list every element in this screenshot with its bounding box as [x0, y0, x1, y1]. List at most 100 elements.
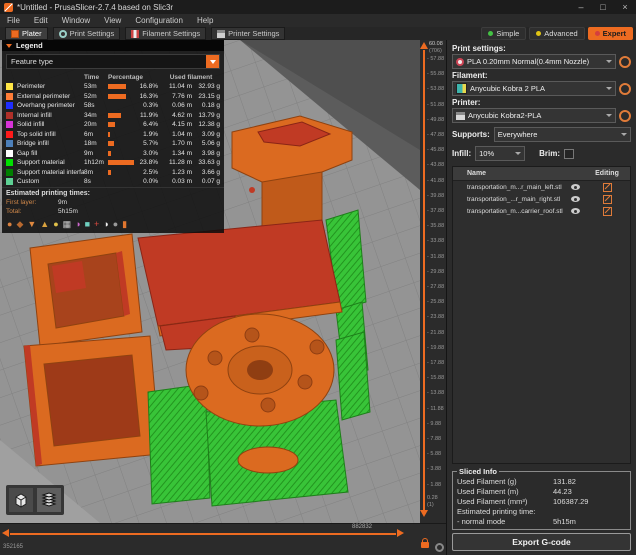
layers-view-button[interactable] — [37, 488, 61, 512]
print-settings-combo[interactable]: PLA 0.20mm Normal(0.4mm Nozzle) — [452, 54, 616, 69]
layer-tick-label: - 49.88 — [427, 117, 444, 123]
supports-combo[interactable]: Everywhere — [494, 127, 631, 142]
layer-top-number: (706) — [429, 48, 442, 54]
editing-icon[interactable] — [603, 195, 612, 204]
collapse-arrow-icon — [6, 44, 12, 48]
menu-item-edit[interactable]: Edit — [27, 16, 55, 25]
filament-gear-button[interactable] — [619, 83, 631, 95]
printer-settings-icon — [217, 30, 225, 38]
seams-icon[interactable]: ● — [53, 219, 58, 229]
brim-checkbox[interactable] — [564, 149, 574, 159]
mode-expert-button[interactable]: Expert — [588, 27, 633, 40]
feature-color-swatch — [6, 169, 13, 176]
layer-slider[interactable]: 60.08 (706) - 57.88- 55.88- 53.88- 51.88… — [420, 40, 446, 523]
tab-filament-settings[interactable]: Filament Settings — [125, 27, 206, 40]
layers-cube-icon — [40, 491, 58, 509]
layer-tick-label: - 57.88 — [427, 56, 444, 62]
layer-slider-bottom-thumb[interactable] — [420, 510, 428, 517]
editing-icon[interactable] — [603, 207, 612, 216]
col-used-filament: Used filament — [162, 74, 220, 81]
tab-printer-settings[interactable]: Printer Settings — [211, 27, 285, 40]
wipe-icon[interactable]: ◆ — [16, 219, 23, 229]
layer-tick-label: - 13.88 — [427, 390, 444, 396]
printer-gear-button[interactable] — [619, 110, 631, 122]
layer-tick-label: - 45.88 — [427, 147, 444, 153]
mode-simple-button[interactable]: Simple — [481, 27, 526, 40]
print-profile-icon — [456, 58, 464, 66]
export-gcode-button[interactable]: Export G-code — [452, 533, 631, 551]
mode-advanced-button[interactable]: Advanced — [529, 27, 584, 40]
layer-tick-label: - 53.88 — [427, 86, 444, 92]
feature-color-swatch — [6, 140, 13, 147]
retractions-icon[interactable]: ▼ — [27, 219, 36, 229]
layer-slider-top-thumb[interactable] — [420, 42, 428, 49]
minimize-button[interactable]: – — [570, 0, 592, 14]
settings-gear-icon[interactable] — [435, 543, 444, 552]
custom-gcodes-icon[interactable]: + — [94, 219, 99, 229]
filament-settings-icon — [131, 30, 139, 38]
maximize-button[interactable]: □ — [592, 0, 614, 14]
pause-prints-icon[interactable]: ■ — [85, 219, 90, 229]
object-rows: transportation_m...r_main_left.stltransp… — [453, 181, 630, 217]
menu-item-file[interactable]: File — [0, 16, 27, 25]
printer-combo[interactable]: Anycubic Kobra2-PLA — [452, 108, 616, 123]
mode-dot-icon — [536, 31, 541, 36]
percentage-bar — [108, 122, 136, 127]
3d-view-button[interactable] — [9, 488, 33, 512]
legend-toggle-icon[interactable]: ▮ — [122, 219, 127, 229]
sliced-info-row: Used Filament (g)131.82 — [457, 476, 626, 486]
object-row[interactable]: transportation_m...carrier_roof.stl — [453, 205, 630, 217]
eye-icon[interactable] — [571, 196, 580, 202]
menu-item-configuration[interactable]: Configuration — [128, 16, 190, 25]
legend-title: Legend — [16, 41, 43, 50]
lock-icon[interactable] — [421, 542, 429, 548]
move-slider-left-thumb[interactable] — [2, 529, 9, 537]
legend-row: Solid infill20m6.4%4.15 m12.38 g — [2, 120, 224, 130]
legend-row: Top solid infill6m1.9%1.04 m3.09 g — [2, 130, 224, 140]
layer-slider-track[interactable] — [423, 50, 425, 512]
filament-label: Filament: — [452, 71, 631, 80]
feature-color-swatch — [6, 131, 13, 138]
chevron-down-icon — [621, 133, 627, 136]
travel-icon[interactable]: ● — [7, 219, 12, 229]
tool-changes-icon[interactable]: ▦ — [63, 219, 72, 229]
gcode-preview-viewport[interactable]: Legend Feature type Time Percentage Used… — [0, 40, 420, 523]
move-slider-bar: 882832 352165 — [0, 523, 446, 555]
tab-print-settings[interactable]: Print Settings — [53, 27, 121, 40]
brim-label: Brim: — [539, 149, 560, 158]
printer-label: Printer: — [452, 98, 631, 107]
layer-tick-label: - 55.88 — [427, 71, 444, 77]
first-layer-value: 9m — [58, 199, 67, 206]
menu-item-window[interactable]: Window — [55, 16, 97, 25]
move-slider-right-value: 882832 — [352, 524, 372, 530]
move-slider-track[interactable] — [10, 533, 396, 535]
layer-top-value: 60.08 — [429, 41, 443, 47]
close-button[interactable]: × — [614, 0, 636, 14]
view-type-dropdown-button[interactable] — [206, 55, 219, 68]
layer-bottom-tick: 0.28 — [427, 495, 438, 501]
color-changes-icon[interactable]: ◑ — [75, 219, 80, 229]
object-name: transportation_m...carrier_roof.stl — [453, 208, 566, 215]
view-type-select[interactable]: Feature type — [6, 54, 220, 69]
print-settings-gear-button[interactable] — [619, 56, 631, 68]
percentage-bar — [108, 151, 136, 156]
filament-combo[interactable]: Anycubic Kobra 2 PLA — [452, 81, 616, 96]
move-slider-right-thumb[interactable] — [397, 529, 404, 537]
menu-item-help[interactable]: Help — [190, 16, 220, 25]
editing-icon[interactable] — [603, 183, 612, 192]
eye-icon[interactable] — [571, 208, 580, 214]
object-row[interactable]: transportation_...r_main_right.stl — [453, 193, 630, 205]
window-title: *Untitled - PrusaSlicer-2.7.4 based on S… — [17, 3, 173, 12]
object-row[interactable]: transportation_m...r_main_left.stl — [453, 181, 630, 193]
deretractions-icon[interactable]: ▲ — [40, 219, 49, 229]
filament-color-icon — [456, 83, 467, 94]
eye-icon[interactable] — [571, 184, 580, 190]
tab-plater[interactable]: Plater — [5, 27, 48, 40]
legend-header[interactable]: Legend — [2, 40, 224, 51]
layer-tick-label: - 37.88 — [427, 208, 444, 214]
tool-marker-icon[interactable]: ● — [113, 219, 118, 229]
name-column-header: Name — [453, 170, 566, 177]
menu-item-view[interactable]: View — [97, 16, 128, 25]
infill-combo[interactable]: 10% — [475, 146, 525, 161]
shells-icon[interactable]: ◑ — [103, 219, 108, 229]
